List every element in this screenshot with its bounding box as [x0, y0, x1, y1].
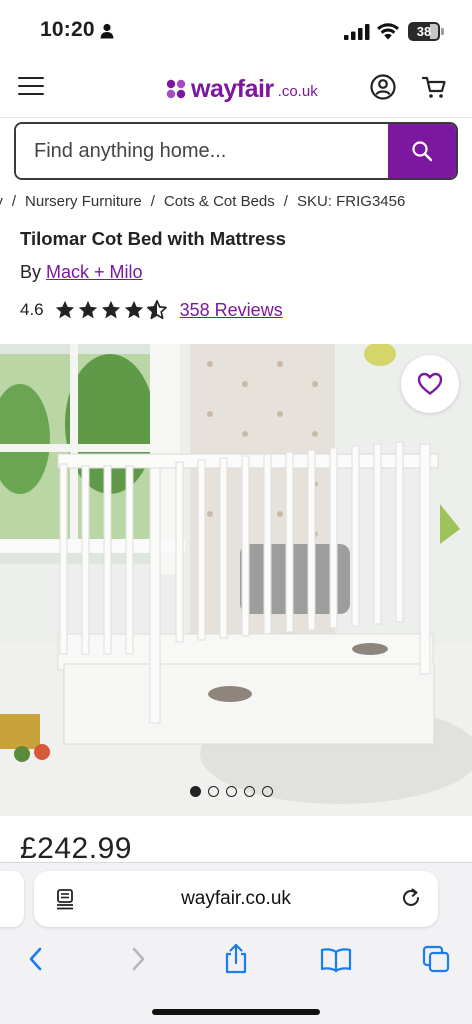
reviews-link[interactable]: 358 Reviews: [180, 300, 283, 321]
breadcrumb: ery / Nursery Furniture / Cots & Cot Bed…: [0, 193, 472, 210]
by-label: By: [20, 262, 42, 282]
site-header: wayfair .co.uk: [0, 58, 472, 118]
share-button[interactable]: [220, 943, 252, 975]
status-time: 10:20: [40, 18, 95, 41]
bookmarks-icon: [320, 948, 352, 972]
tabs-button[interactable]: [420, 943, 452, 975]
carousel-dot-5[interactable]: [262, 786, 273, 797]
star-half-icon: [146, 300, 167, 320]
product-price: £242.99: [20, 832, 132, 865]
star-full-icon: [55, 300, 74, 319]
product-byline: By Mack + Milo: [20, 262, 143, 283]
search-input[interactable]: [16, 124, 388, 178]
breadcrumb-separator: /: [283, 193, 288, 210]
carousel-dot-2[interactable]: [208, 786, 219, 797]
carousel-dot-1[interactable]: [190, 786, 201, 797]
battery-icon: 38: [408, 22, 444, 41]
rating-row: 4.6 358 Reviews: [20, 296, 283, 324]
person-icon: [100, 23, 114, 39]
logo-tld: .co.uk: [277, 82, 318, 100]
wayfair-logo[interactable]: wayfair .co.uk: [165, 74, 318, 104]
carousel-dot-3[interactable]: [226, 786, 237, 797]
browser-toolbar: [0, 939, 472, 979]
page-menu-icon[interactable]: [54, 888, 76, 910]
account-icon[interactable]: [370, 74, 396, 100]
forward-button[interactable]: [122, 943, 154, 975]
logo-text: wayfair: [191, 74, 274, 103]
share-icon: [225, 943, 247, 974]
back-icon: [29, 947, 42, 971]
cart-icon[interactable]: [421, 74, 447, 100]
breadcrumb-item-baby-kids[interactable]: ery: [0, 193, 3, 210]
favorite-button[interactable]: [401, 355, 459, 413]
breadcrumb-item-nursery-furniture[interactable]: Nursery Furniture: [25, 193, 142, 210]
image-carousel-dots: [190, 786, 273, 797]
search-button[interactable]: [388, 124, 456, 178]
bookmarks-button[interactable]: [320, 943, 352, 975]
cellular-signal-icon: [344, 24, 370, 40]
star-rating: [54, 299, 168, 321]
previous-tab-preview[interactable]: [0, 871, 24, 927]
forward-icon: [132, 947, 145, 971]
breadcrumb-separator: /: [150, 193, 155, 210]
product-image[interactable]: [0, 344, 472, 816]
brand-link[interactable]: Mack + Milo: [46, 262, 143, 282]
battery-level: 38: [416, 24, 432, 39]
carousel-dot-4[interactable]: [244, 786, 255, 797]
back-button[interactable]: [20, 943, 52, 975]
search-bar: [14, 122, 458, 180]
product-sku: SKU: FRIG3456: [296, 193, 406, 210]
address-bar[interactable]: wayfair.co.uk: [34, 871, 438, 927]
star-full-icon: [124, 300, 143, 319]
browser-bottom-bar: wayfair.co.uk: [0, 862, 472, 1024]
star-full-icon: [78, 300, 97, 319]
home-indicator: [152, 1009, 320, 1015]
breadcrumb-separator: /: [11, 193, 17, 210]
reload-icon[interactable]: [400, 887, 422, 909]
logo-mark-icon: [166, 79, 186, 99]
address-text: wayfair.co.uk: [181, 888, 291, 909]
tabs-icon: [422, 945, 450, 973]
star-full-icon: [101, 300, 120, 319]
rating-value: 4.6: [20, 300, 44, 319]
menu-icon[interactable]: [18, 77, 44, 97]
search-icon: [412, 141, 433, 162]
breadcrumb-item-cots-cot-beds[interactable]: Cots & Cot Beds: [164, 193, 275, 210]
heart-icon: [417, 372, 443, 395]
product-title: Tilomar Cot Bed with Mattress: [20, 228, 286, 249]
status-bar: 10:20 38: [0, 0, 472, 58]
wifi-icon: [377, 23, 399, 40]
